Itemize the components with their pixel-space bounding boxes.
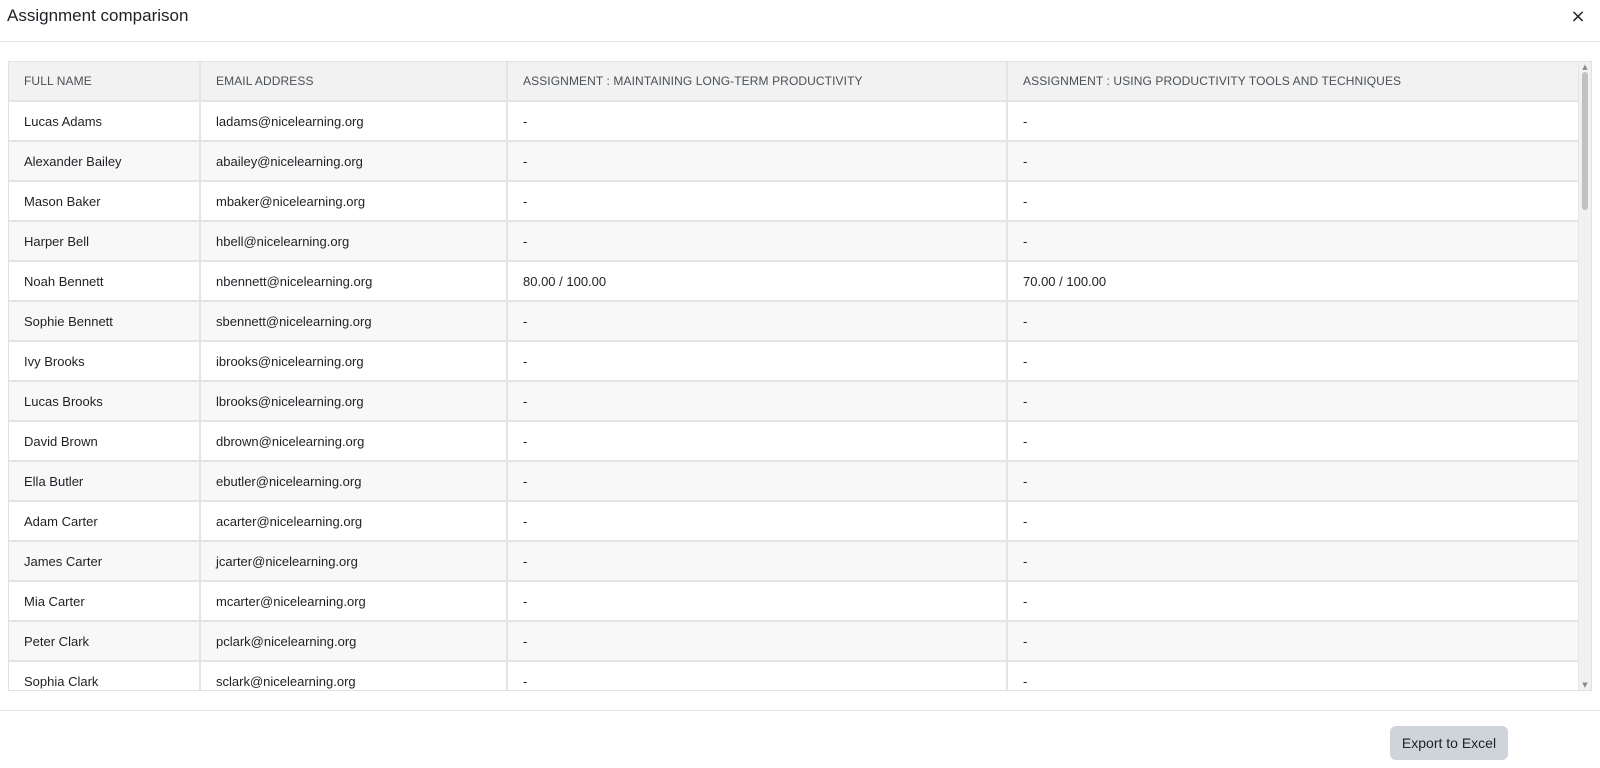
table-row: Mia Carter mcarter@nicelearning.org - -	[9, 581, 1581, 622]
table-row: Harper Bell hbell@nicelearning.org - -	[9, 221, 1581, 262]
cell-assignment-productivity-tools: -	[1007, 341, 1581, 382]
header-email-address: EMAIL ADDRESS	[200, 62, 508, 102]
scroll-up-icon[interactable]: ▲	[1580, 63, 1590, 71]
cell-assignment-productivity-tools: -	[1007, 301, 1581, 342]
table-row: Sophie Bennett sbennett@nicelearning.org -…	[9, 301, 1581, 342]
cell-assignment-productivity-tools: -	[1007, 181, 1581, 222]
cell-full-name: Mia Carter	[9, 581, 201, 622]
cell-assignment-long-term-productivity: -	[507, 501, 1008, 542]
cell-email-address: hbell@nicelearning.org	[200, 221, 508, 262]
cell-assignment-productivity-tools: -	[1007, 381, 1581, 422]
assignment-comparison-modal: Assignment comparison × FULL NAME EMAIL …	[0, 0, 1600, 768]
cell-full-name: Sophia Clark	[9, 661, 201, 690]
comparison-table-container[interactable]: FULL NAME EMAIL ADDRESS ASSIGNMENT : MAI…	[8, 61, 1592, 691]
header-assignment-productivity-tools: ASSIGNMENT : USING PRODUCTIVITY TOOLS AN…	[1007, 62, 1581, 102]
cell-full-name: Ella Butler	[9, 461, 201, 502]
cell-assignment-productivity-tools: -	[1007, 621, 1581, 662]
cell-assignment-long-term-productivity: -	[507, 541, 1008, 582]
cell-full-name: James Carter	[9, 541, 201, 582]
table-row: Noah Bennett nbennett@nicelearning.org 80.…	[9, 261, 1581, 302]
table-body: Lucas Adams ladams@nicelearning.org - - Alex…	[9, 101, 1581, 690]
table-row: James Carter jcarter@nicelearning.org - -	[9, 541, 1581, 582]
cell-assignment-long-term-productivity: -	[507, 301, 1008, 342]
cell-assignment-long-term-productivity: -	[507, 341, 1008, 382]
cell-full-name: Lucas Adams	[9, 101, 201, 142]
comparison-table: FULL NAME EMAIL ADDRESS ASSIGNMENT : MAI…	[9, 62, 1581, 690]
cell-assignment-long-term-productivity: -	[507, 221, 1008, 262]
cell-assignment-long-term-productivity: -	[507, 141, 1008, 182]
table-row: Ella Butler ebutler@nicelearning.org - -	[9, 461, 1581, 502]
cell-assignment-productivity-tools: -	[1007, 541, 1581, 582]
cell-full-name: Noah Bennett	[9, 261, 201, 302]
table-row: Peter Clark pclark@nicelearning.org - -	[9, 621, 1581, 662]
cell-assignment-long-term-productivity: -	[507, 661, 1008, 690]
table-row: Sophia Clark sclark@nicelearning.org - -	[9, 661, 1581, 690]
cell-full-name: Sophie Bennett	[9, 301, 201, 342]
cell-assignment-long-term-productivity: -	[507, 461, 1008, 502]
cell-full-name: Adam Carter	[9, 501, 201, 542]
cell-assignment-productivity-tools: -	[1007, 581, 1581, 622]
scroll-thumb[interactable]	[1582, 72, 1588, 210]
cell-assignment-long-term-productivity: -	[507, 181, 1008, 222]
cell-assignment-long-term-productivity: -	[507, 101, 1008, 142]
cell-email-address: jcarter@nicelearning.org	[200, 541, 508, 582]
cell-assignment-long-term-productivity: -	[507, 581, 1008, 622]
modal-footer: Export to Excel	[0, 710, 1600, 768]
cell-email-address: ladams@nicelearning.org	[200, 101, 508, 142]
cell-email-address: sclark@nicelearning.org	[200, 661, 508, 690]
cell-email-address: ibrooks@nicelearning.org	[200, 341, 508, 382]
cell-assignment-productivity-tools: -	[1007, 221, 1581, 262]
table-row: David Brown dbrown@nicelearning.org - -	[9, 421, 1581, 462]
cell-assignment-productivity-tools: -	[1007, 461, 1581, 502]
cell-assignment-long-term-productivity: -	[507, 421, 1008, 462]
table-row: Lucas Brooks lbrooks@nicelearning.org - -	[9, 381, 1581, 422]
table-row: Adam Carter acarter@nicelearning.org - -	[9, 501, 1581, 542]
header-full-name: FULL NAME	[9, 62, 201, 102]
table-row: Mason Baker mbaker@nicelearning.org - -	[9, 181, 1581, 222]
cell-email-address: acarter@nicelearning.org	[200, 501, 508, 542]
table-header-row: FULL NAME EMAIL ADDRESS ASSIGNMENT : MAI…	[9, 62, 1581, 102]
cell-assignment-productivity-tools: -	[1007, 101, 1581, 142]
cell-full-name: Alexander Bailey	[9, 141, 201, 182]
cell-assignment-productivity-tools: -	[1007, 501, 1581, 542]
cell-email-address: dbrown@nicelearning.org	[200, 421, 508, 462]
cell-full-name: David Brown	[9, 421, 201, 462]
cell-email-address: mbaker@nicelearning.org	[200, 181, 508, 222]
cell-assignment-productivity-tools: -	[1007, 661, 1581, 690]
header-assignment-long-term-productivity: ASSIGNMENT : MAINTAINING LONG-TERM PRODU…	[507, 62, 1008, 102]
cell-full-name: Ivy Brooks	[9, 341, 201, 382]
modal-header: Assignment comparison ×	[0, 0, 1600, 42]
close-icon[interactable]: ×	[1568, 6, 1588, 28]
scroll-down-icon[interactable]: ▼	[1580, 681, 1590, 689]
cell-assignment-long-term-productivity: 80.00 / 100.00	[507, 261, 1008, 302]
cell-full-name: Lucas Brooks	[9, 381, 201, 422]
cell-assignment-long-term-productivity: -	[507, 381, 1008, 422]
cell-email-address: ebutler@nicelearning.org	[200, 461, 508, 502]
cell-assignment-productivity-tools: 70.00 / 100.00	[1007, 261, 1581, 302]
cell-assignment-productivity-tools: -	[1007, 141, 1581, 182]
cell-email-address: mcarter@nicelearning.org	[200, 581, 508, 622]
cell-email-address: abailey@nicelearning.org	[200, 141, 508, 182]
table-row: Alexander Bailey abailey@nicelearning.org…	[9, 141, 1581, 182]
cell-email-address: lbrooks@nicelearning.org	[200, 381, 508, 422]
cell-full-name: Harper Bell	[9, 221, 201, 262]
cell-full-name: Peter Clark	[9, 621, 201, 662]
table-row: Lucas Adams ladams@nicelearning.org - -	[9, 101, 1581, 142]
cell-full-name: Mason Baker	[9, 181, 201, 222]
cell-email-address: sbennett@nicelearning.org	[200, 301, 508, 342]
cell-email-address: pclark@nicelearning.org	[200, 621, 508, 662]
export-to-excel-button[interactable]: Export to Excel	[1390, 726, 1508, 760]
modal-title: Assignment comparison	[7, 6, 189, 25]
cell-assignment-productivity-tools: -	[1007, 421, 1581, 462]
vertical-scrollbar[interactable]: ▲ ▼	[1578, 62, 1591, 690]
table-row: Ivy Brooks ibrooks@nicelearning.org - -	[9, 341, 1581, 382]
cell-email-address: nbennett@nicelearning.org	[200, 261, 508, 302]
cell-assignment-long-term-productivity: -	[507, 621, 1008, 662]
